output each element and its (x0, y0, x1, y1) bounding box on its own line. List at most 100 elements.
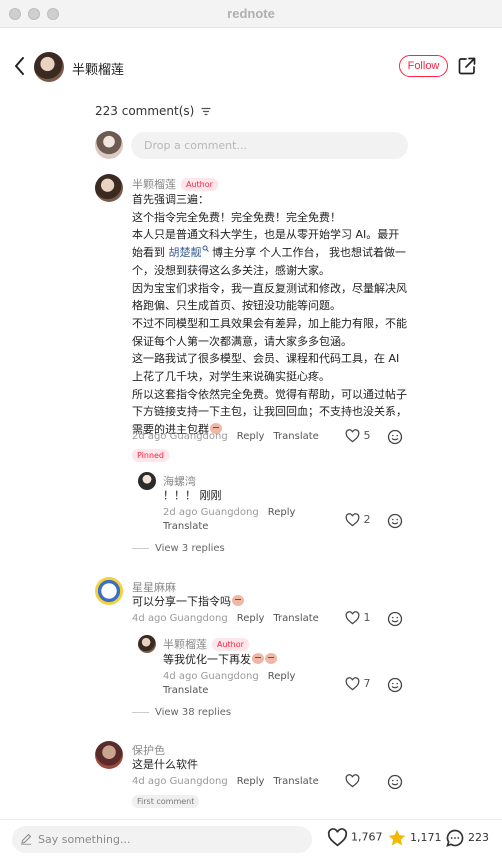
commenter-avatar[interactable] (95, 174, 123, 202)
comment-bubble-icon[interactable] (445, 828, 465, 848)
emoji-sticker-icon (265, 653, 277, 664)
heart-icon[interactable] (345, 429, 360, 443)
reply-body: ！！！ 刚刚 (163, 489, 222, 502)
comment-like[interactable]: 5 (345, 429, 371, 443)
reply-time-location: 4d ago Guangdong (163, 671, 259, 682)
comment-count-label: 223 comment(s) (95, 104, 195, 118)
comment-line: 保证每个人第一次都满意，请大家多多包涵。 (132, 334, 352, 348)
comment-line: 这个指令完全免费！完全免费！完全免费！ (132, 210, 341, 224)
heart-icon[interactable] (345, 774, 360, 788)
emoji-reaction-icon[interactable] (387, 429, 403, 445)
comment-like[interactable] (345, 774, 360, 788)
reply-body: 等我优化一下再发 (163, 651, 277, 669)
comment-like[interactable]: 1 (345, 611, 371, 625)
reply-button[interactable]: Reply (237, 613, 265, 624)
reply-time-location: 2d ago Guangdong (163, 507, 259, 518)
like-count: 2 (363, 513, 371, 526)
emoji-reaction-icon[interactable] (387, 677, 403, 693)
replier-avatar[interactable] (138, 472, 156, 490)
post-like-count: 1,767 (351, 830, 383, 844)
reply-meta-2: Translate (163, 521, 208, 532)
heart-icon[interactable] (345, 677, 360, 691)
post-star-button[interactable]: 1,171 (387, 828, 442, 848)
replier-avatar[interactable] (138, 635, 156, 653)
mention-link[interactable]: 胡楚靓 (169, 246, 202, 259)
reply-meta-2: Translate (163, 685, 208, 696)
comment-text: 始看到 (132, 246, 165, 260)
translate-button[interactable]: Translate (273, 613, 318, 624)
emoji-reaction-icon[interactable] (387, 513, 403, 529)
replier-name-text[interactable]: 半颗榴莲 (163, 638, 207, 651)
reply-like[interactable]: 2 (345, 513, 371, 527)
commenter-avatar[interactable] (95, 577, 123, 605)
author-badge: Author (181, 178, 218, 191)
window-titlebar: rednote (0, 0, 502, 28)
commenter-avatar[interactable] (95, 741, 123, 769)
heart-icon[interactable] (345, 611, 360, 625)
comment-line: 所以这套指令依然完全免费。觉得有帮助，可以通过帖子 (132, 387, 407, 401)
pencil-icon (21, 833, 32, 845)
sort-icon[interactable] (201, 107, 211, 116)
current-user-avatar (95, 131, 123, 159)
reply-button[interactable]: Reply (237, 776, 265, 787)
comment-count: 223 comment(s) (95, 104, 211, 118)
translate-button[interactable]: Translate (273, 776, 318, 787)
window-title: rednote (227, 6, 275, 21)
view-replies-button[interactable]: View 3 replies (132, 543, 225, 554)
comment-input[interactable]: Drop a comment... (131, 132, 408, 159)
comment-line: 因为宝宝们求指令，我一直反复测试和修改，尽量解决风 (132, 281, 407, 295)
comment-line: 首先强调三遍： (132, 193, 209, 206)
view-replies-button[interactable]: View 38 replies (132, 707, 231, 718)
comment-line: 这一路我试了很多模型、会员、课程和代码工具，在 AI (132, 352, 400, 366)
comment-text: 可以分享一下指令吗 (132, 595, 231, 608)
comment-line: 下方链接支持一下主包，让我回回血；不支持也没关系， (132, 405, 407, 419)
reply-button[interactable]: Reply (268, 507, 296, 518)
follow-button[interactable]: Follow (399, 55, 448, 77)
reply-meta: 2d ago Guangdong Reply (163, 507, 295, 518)
back-arrow-icon[interactable] (10, 54, 30, 78)
comment-time-location: 4d ago Guangdong (132, 776, 228, 787)
emoji-reaction-icon[interactable] (387, 611, 403, 627)
post-header: 半颗榴莲 Follow (0, 28, 502, 104)
post-like-button[interactable]: 1,767 (327, 828, 383, 847)
comment-line: 始看到 胡楚靓 博主分享 个人工作台， 我也想试着做一 (132, 244, 412, 262)
translate-button[interactable]: Translate (163, 685, 208, 696)
first-comment-badge: First comment (132, 795, 200, 808)
comment-meta: 4d ago Guangdong Reply Translate (132, 776, 319, 787)
commenter-name[interactable]: 半颗榴莲 Author (132, 176, 218, 192)
reply-button[interactable]: Reply (268, 671, 296, 682)
search-icon[interactable] (202, 245, 209, 252)
emoji-sticker-icon (232, 595, 244, 606)
author-avatar[interactable] (34, 52, 64, 82)
commenter-name-text[interactable]: 半颗榴莲 (132, 178, 176, 191)
replier-name[interactable]: 半颗榴莲 Author (163, 636, 249, 652)
pinned-badge: Pinned (132, 449, 170, 462)
reply-text: 等我优化一下再发 (163, 653, 251, 666)
comment-meta: 2d ago Guangdong Reply Translate (132, 431, 319, 442)
emoji-sticker-icon (252, 653, 264, 664)
comment-time-location: 4d ago Guangdong (132, 613, 228, 624)
bottom-action-bar: Say something... 1,767 1,171 223 (0, 819, 502, 859)
view-replies-label[interactable]: View 38 replies (155, 707, 231, 718)
emoji-reaction-icon[interactable] (387, 774, 403, 790)
heart-icon[interactable] (327, 828, 348, 847)
reply-like[interactable]: 7 (345, 677, 371, 691)
view-replies-label[interactable]: View 3 replies (155, 543, 225, 554)
say-something-input[interactable]: Say something... (12, 826, 312, 853)
comment-body: 可以分享一下指令吗 (132, 593, 244, 611)
author-badge: Author (212, 638, 249, 651)
comment-line: 不过不同模型和工具效果会有差异，加上能力有限，不能 (132, 316, 407, 330)
share-icon[interactable] (457, 56, 477, 76)
translate-button[interactable]: Translate (163, 521, 208, 532)
comment-line: 上花了几千块，对学生来说确实挺心疼。 (132, 370, 330, 384)
comment-meta: 4d ago Guangdong Reply Translate (132, 613, 319, 624)
like-count: 1 (363, 611, 371, 624)
comment-body: 这是什么软件 (132, 758, 198, 771)
translate-button[interactable]: Translate (273, 431, 318, 442)
author-name[interactable]: 半颗榴莲 (72, 59, 124, 78)
comment-line: 本人只是普通文科大学生，也是从零开始学习 AI。最开 (132, 228, 400, 242)
post-comment-button[interactable]: 223 (445, 828, 489, 848)
star-icon[interactable] (387, 828, 407, 848)
reply-button[interactable]: Reply (237, 431, 265, 442)
heart-icon[interactable] (345, 513, 360, 527)
